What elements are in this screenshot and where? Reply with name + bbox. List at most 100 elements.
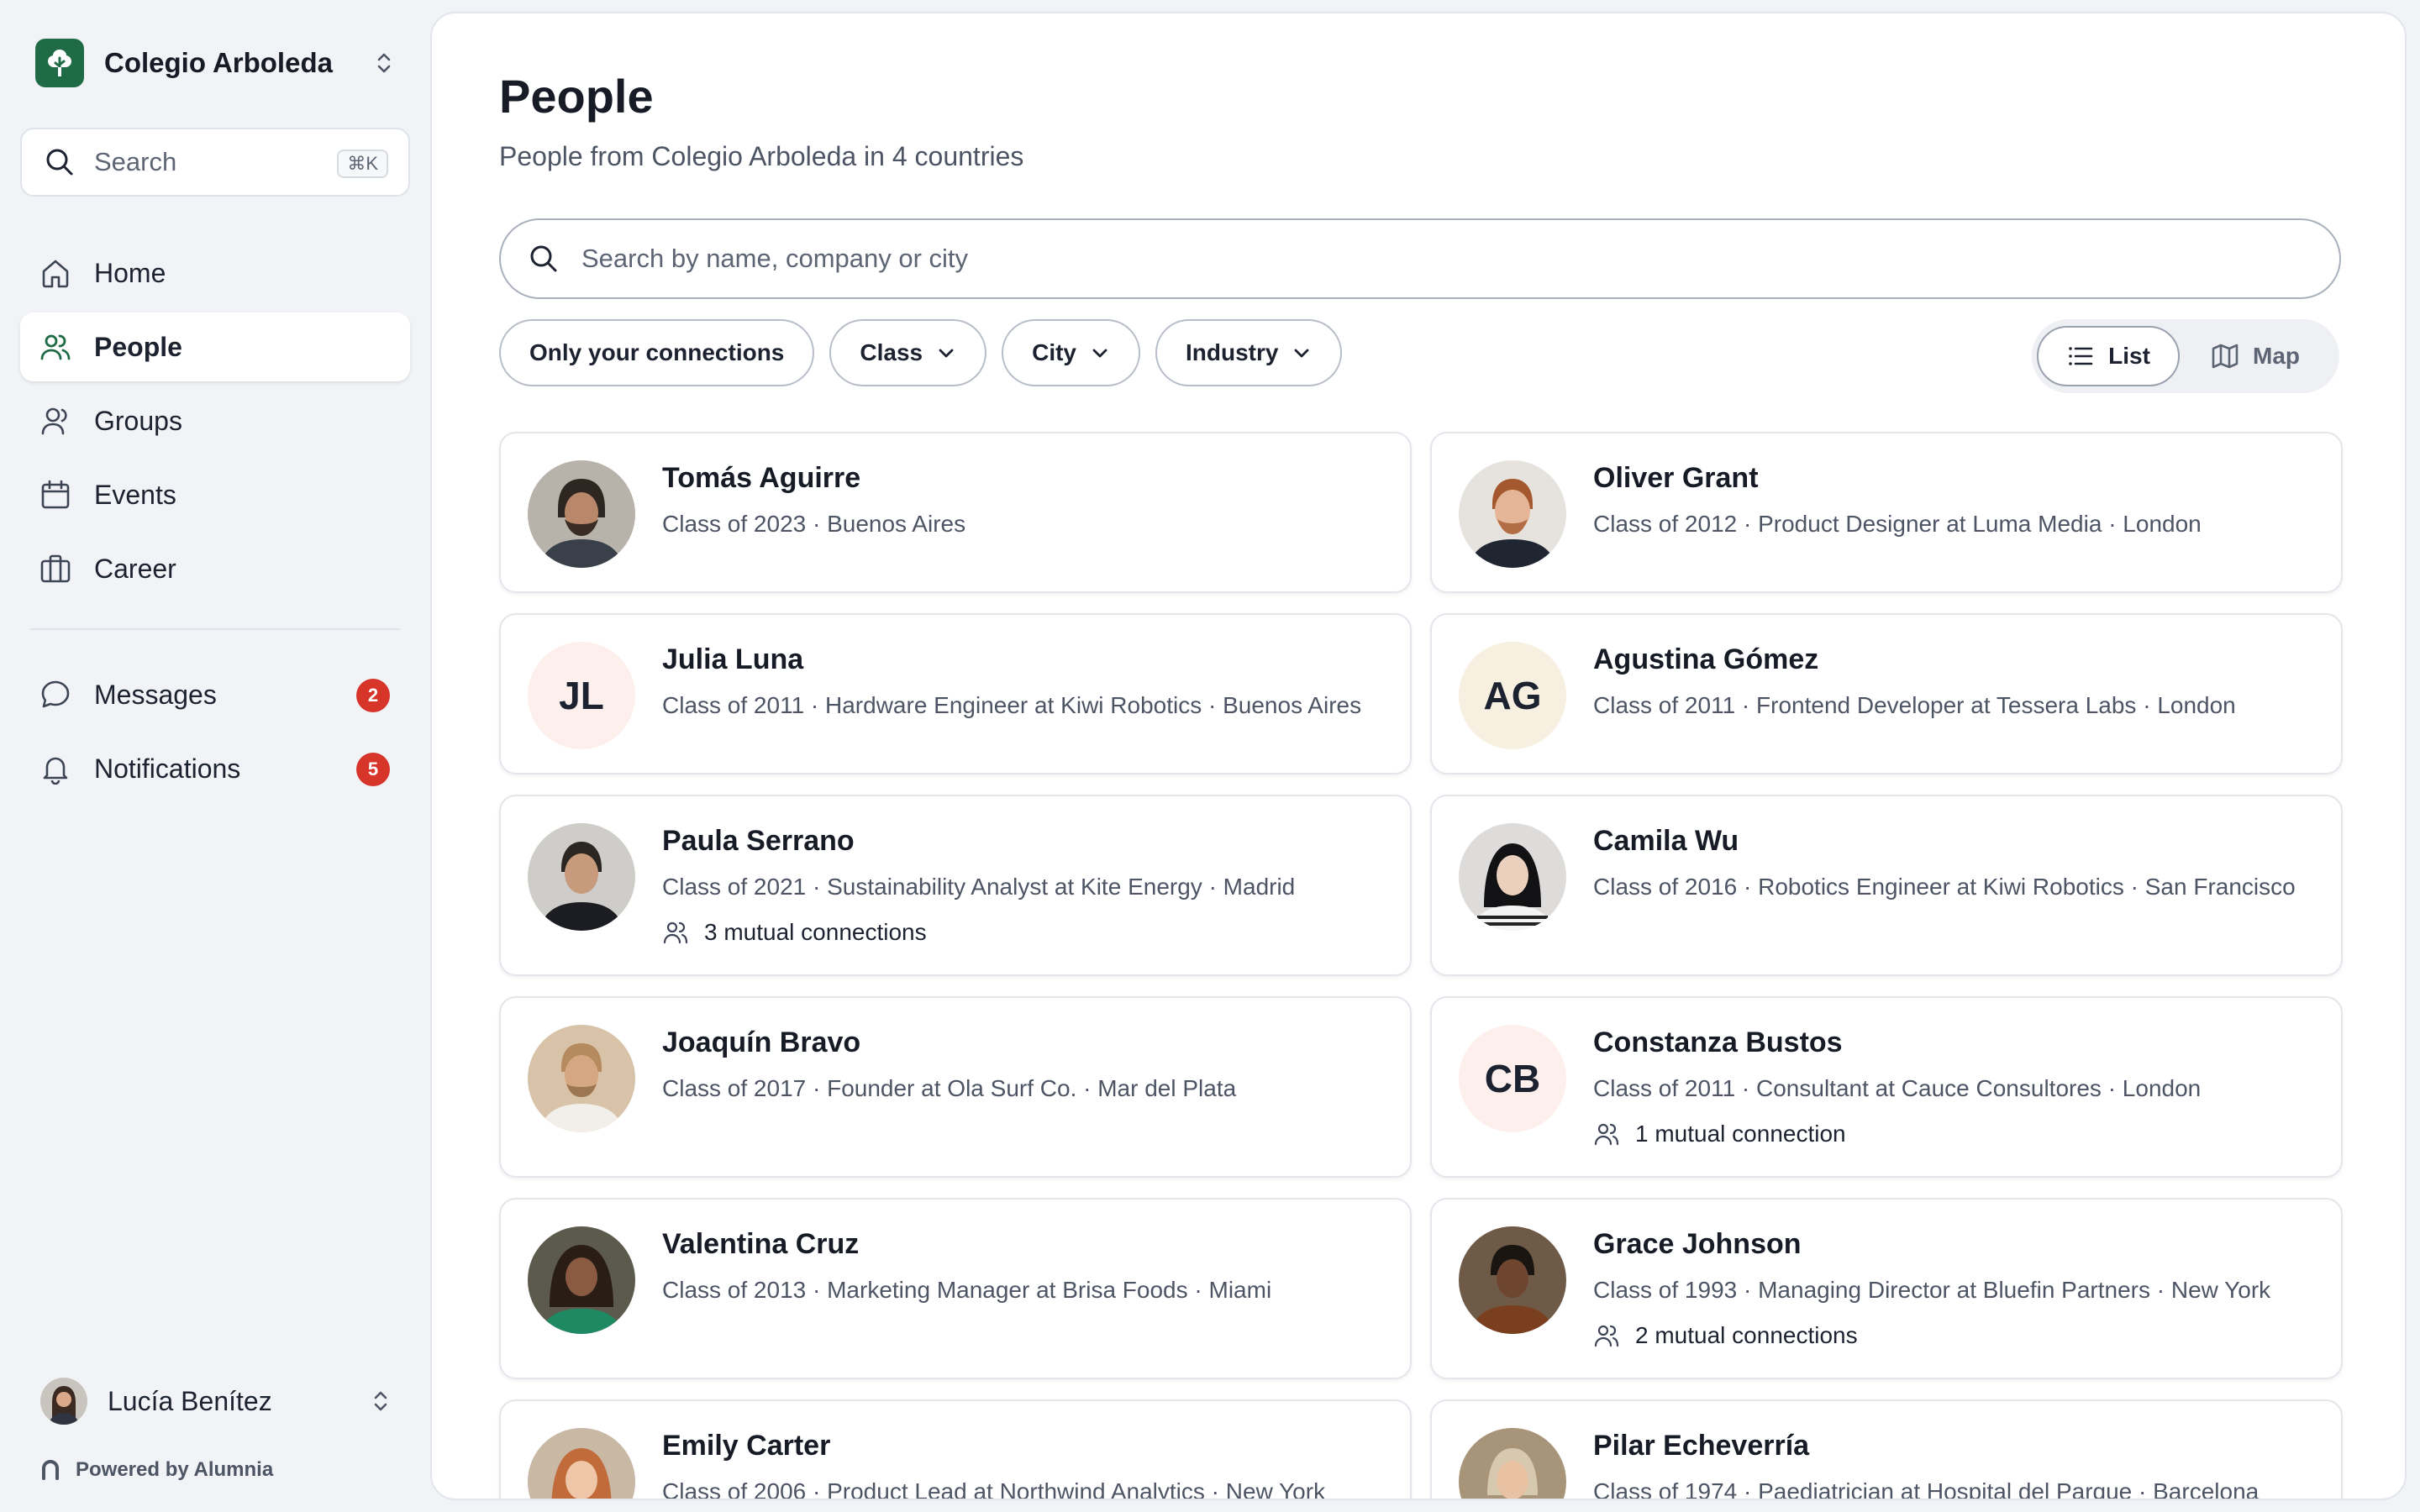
- person-avatar: [528, 1226, 635, 1334]
- person-name: Grace Johnson: [1593, 1228, 1802, 1260]
- calendar-icon: [39, 478, 72, 512]
- mutual-connections-text: 2 mutual connections: [1635, 1322, 1858, 1348]
- filter-bar: Only your connections Class City Industr…: [499, 319, 1357, 386]
- filter-label: Class: [860, 339, 923, 365]
- people-icon: [1594, 1325, 1619, 1347]
- list-icon: [2069, 347, 2093, 365]
- sidebar-item-people[interactable]: People: [20, 312, 410, 381]
- view-list-button[interactable]: List: [2037, 326, 2180, 386]
- person-card[interactable]: Emily Carter Class of 2006 · Product Lea…: [499, 1399, 1412, 1500]
- person-card[interactable]: Joaquín Bravo Class of 2017 · Founder at…: [499, 996, 1412, 1178]
- search-icon: [530, 245, 557, 272]
- sidebar-item-label: People: [94, 331, 182, 362]
- people-search-input[interactable]: Search by name, company or city: [499, 218, 2341, 299]
- filter-label: Industry: [1186, 339, 1279, 365]
- unread-badge: 5: [356, 753, 390, 786]
- groups-icon: [39, 404, 72, 438]
- person-avatar: [1459, 1226, 1566, 1334]
- unread-badge: 2: [356, 679, 390, 712]
- person-meta: Class of 2017 · Founder at Ola Surf Co. …: [662, 1075, 1237, 1101]
- person-meta: Class of 2021 · Sustainability Analyst a…: [662, 874, 1296, 900]
- mutual-connections: 2 mutual connections: [1593, 1322, 1858, 1349]
- person-name: Pilar Echeverría: [1593, 1430, 1810, 1462]
- person-name: Constanza Bustos: [1593, 1026, 1843, 1058]
- person-avatar: [528, 1025, 635, 1132]
- people-icon: [1594, 1123, 1619, 1146]
- briefcase-icon: [39, 552, 72, 585]
- sidebar-item-label: Groups: [94, 405, 182, 436]
- org-name: Colegio Arboleda: [104, 47, 333, 78]
- filter-city-dropdown[interactable]: City: [1002, 319, 1141, 386]
- person-card[interactable]: Grace Johnson Class of 1993 · Managing D…: [1430, 1198, 2343, 1379]
- person-meta: Class of 2006 · Product Lead at Northwin…: [662, 1478, 1326, 1500]
- mutual-connections-text: 1 mutual connection: [1635, 1121, 1846, 1147]
- mutual-connections: 1 mutual connection: [1593, 1121, 1846, 1147]
- person-name: Joaquín Bravo: [662, 1026, 861, 1058]
- avatar-initials: CB: [1484, 1057, 1541, 1100]
- chevron-up-down-icon: [374, 1391, 387, 1411]
- sidebar-item-events[interactable]: Events: [20, 460, 410, 529]
- sidebar-item-home[interactable]: Home: [20, 239, 410, 307]
- person-avatar: [1459, 823, 1566, 931]
- sidebar: Colegio Arboleda Search ⌘K Home People G…: [0, 0, 429, 1512]
- person-meta: Class of 2013 · Marketing Manager at Bri…: [662, 1277, 1272, 1303]
- chat-bubble-icon: [39, 678, 72, 711]
- person-name: Agustina Gómez: [1593, 643, 1819, 675]
- view-toggle: List Map: [2032, 319, 2339, 393]
- chevron-down-icon: [939, 349, 954, 358]
- person-name: Emily Carter: [662, 1430, 831, 1462]
- person-avatar: [528, 460, 635, 568]
- sidebar-item-groups[interactable]: Groups: [20, 386, 410, 455]
- filter-class-dropdown[interactable]: Class: [829, 319, 987, 386]
- chevron-up-down-icon: [377, 53, 391, 73]
- tree-logo-icon: [35, 39, 84, 87]
- user-name: Lucía Benítez: [108, 1385, 272, 1416]
- person-meta: Class of 2016 · Robotics Engineer at Kiw…: [1593, 874, 2296, 900]
- person-meta: Class of 2012 · Product Designer at Luma…: [1593, 511, 2202, 537]
- chevron-down-icon: [1092, 349, 1107, 358]
- home-icon: [39, 256, 72, 290]
- person-card[interactable]: Camila Wu Class of 2016 · Robotics Engin…: [1430, 795, 2343, 976]
- person-card[interactable]: Tomás Aguirre Class of 2023 · Buenos Air…: [499, 432, 1412, 593]
- person-meta: Class of 2011 · Hardware Engineer at Kiw…: [662, 692, 1362, 718]
- person-card[interactable]: CB Constanza Bustos Class of 2011 · Cons…: [1430, 996, 2343, 1178]
- org-switcher[interactable]: Colegio Arboleda: [35, 39, 397, 87]
- person-name: Camila Wu: [1593, 825, 1739, 857]
- person-card[interactable]: Valentina Cruz Class of 2013 · Marketing…: [499, 1198, 1412, 1379]
- map-icon: [2212, 344, 2238, 369]
- filter-label: Only your connections: [529, 339, 785, 365]
- person-avatar: [528, 823, 635, 931]
- view-map-button[interactable]: Map: [2180, 326, 2331, 386]
- sidebar-item-label: Events: [94, 479, 176, 510]
- view-list-label: List: [2108, 343, 2150, 369]
- person-card[interactable]: JL Julia Luna Class of 2011 · Hardware E…: [499, 613, 1412, 774]
- bell-icon: [39, 752, 72, 785]
- people-icon: [663, 921, 688, 944]
- person-meta: Class of 1974 · Paediatrician at Hospita…: [1593, 1478, 2260, 1500]
- sidebar-item-career[interactable]: Career: [20, 534, 410, 603]
- people-icon: [39, 330, 72, 364]
- person-meta: Class of 2011 · Frontend Developer at Te…: [1593, 692, 2236, 718]
- sidebar-search-input[interactable]: Search ⌘K: [20, 128, 410, 197]
- person-avatar: [528, 1428, 635, 1499]
- user-avatar: [40, 1378, 87, 1425]
- person-avatar: [1459, 1428, 1566, 1499]
- mutual-connections-text: 3 mutual connections: [704, 919, 927, 945]
- person-card[interactable]: Oliver Grant Class of 2012 · Product Des…: [1430, 432, 2343, 593]
- alumnia-logo-icon: [42, 1460, 59, 1480]
- sidebar-nav: Home People Groups Events Career Message…: [20, 239, 410, 808]
- person-avatar-initials: AG: [1459, 642, 1566, 749]
- search-shortcut: ⌘K: [337, 150, 388, 178]
- filter-only-connections[interactable]: Only your connections: [499, 319, 815, 386]
- user-menu[interactable]: Lucía Benítez: [40, 1376, 393, 1426]
- sidebar-item-notifications[interactable]: Notifications 5: [20, 734, 410, 803]
- filter-label: City: [1032, 339, 1077, 365]
- filter-industry-dropdown[interactable]: Industry: [1155, 319, 1343, 386]
- person-card[interactable]: AG Agustina Gómez Class of 2011 · Fronte…: [1430, 613, 2343, 774]
- mutual-connections: 3 mutual connections: [662, 919, 927, 946]
- search-placeholder: Search by name, company or city: [581, 244, 969, 273]
- person-card[interactable]: Pilar Echeverría Class of 1974 · Paediat…: [1430, 1399, 2343, 1500]
- powered-by-text: Powered by Alumnia: [76, 1458, 274, 1481]
- sidebar-item-messages[interactable]: Messages 2: [20, 660, 410, 729]
- person-card[interactable]: Paula Serrano Class of 2021 · Sustainabi…: [499, 795, 1412, 976]
